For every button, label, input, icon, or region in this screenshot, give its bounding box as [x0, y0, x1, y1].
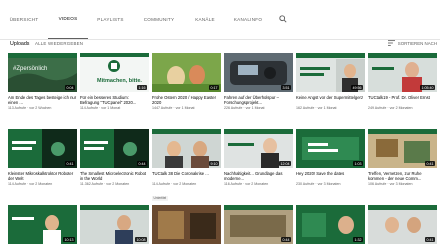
video-card[interactable]: 10:13 [8, 205, 77, 244]
video-meta: 226 Aufrufe · vor 1 Monat [224, 106, 265, 111]
video-card[interactable] [152, 205, 221, 244]
video-card[interactable]: 1:03 Hey 2020! Save the dates 230 Aufruf… [296, 129, 365, 186]
video-duration: 0:17 [209, 85, 219, 90]
video-duration: 0:44 [281, 237, 291, 242]
video-duration: 12:04 [279, 161, 291, 166]
video-thumbnail[interactable]: 49:56 [296, 53, 365, 92]
video-title[interactable]: The Smallest Microelectronic Robot in th… [80, 171, 149, 181]
tab-community[interactable]: COMMUNITY [133, 0, 185, 39]
video-thumbnail[interactable]: 10:08 [80, 205, 149, 244]
tab-channels[interactable]: KANÄLE [185, 0, 225, 39]
video-duration: 0:44 [137, 161, 147, 166]
tab-about[interactable]: KANALINFO [225, 0, 271, 39]
video-duration: 10:08 [135, 237, 147, 242]
video-card[interactable]: #Zpersönlich 0:04 Am Ende des Tages best… [8, 53, 77, 110]
video-thumbnail[interactable]: 10:13 [8, 205, 77, 244]
video-title[interactable]: Nachhaltigkeit... Grundlage das moderne.… [224, 171, 293, 181]
uploads-label: Uploads [10, 41, 30, 47]
video-meta: 113 Aufrufe · vor 2 Wochen [8, 106, 52, 111]
video-card[interactable]: 0:41 Treffen, Vernetzen, zur Ruhe kommen… [368, 129, 437, 186]
video-thumbnail[interactable]: 0:41 [368, 129, 437, 168]
svg-text:Mitmachen, bitte.: Mitmachen, bitte. [97, 78, 142, 84]
video-meta: 116 Aufrufe · vor 2 Monaten [224, 182, 269, 187]
sort-label: SORTIEREN NACH [397, 40, 437, 46]
video-duration: 0:41 [425, 161, 435, 166]
video-meta: 114 Aufrufe · vor 1 Monat [80, 106, 121, 111]
video-meta: 162 Aufrufe · vor 1 Monat [296, 106, 337, 111]
video-duration: 0:41 [425, 237, 435, 242]
video-meta: 106 Aufrufe · vor 3 Monaten [368, 182, 413, 187]
video-card[interactable]: 10:08 [80, 205, 149, 244]
video-thumbnail[interactable] [152, 205, 221, 244]
video-title[interactable]: Treffen, Vernetzen, zur Ruhe kommen - de… [368, 171, 437, 181]
video-meta: 230 Aufrufe · vor 3 Monaten [296, 182, 341, 187]
video-meta: 114 Aufrufe · vor 2 Monaten [8, 182, 53, 187]
video-card[interactable]: 49:56 Keine Angst vor der Supermittelger… [296, 53, 365, 110]
video-duration: 9:10 [209, 161, 219, 166]
video-meta: 1447 Aufrufe · vor 1 Monat [152, 106, 195, 111]
video-duration: 49:56 [351, 85, 363, 90]
channel-tabs-bar: ÜBERSICHT VIDEOS PLAYLISTS COMMUNITY KAN… [0, 0, 440, 40]
video-title[interactable]: Keine Angst vor der Supermittelgerz [296, 95, 365, 105]
sort-icon [387, 40, 395, 46]
video-meta: 114 Aufrufe · vor 2 Monaten [152, 182, 197, 187]
video-duration: 1:32 [353, 237, 363, 242]
sort-button[interactable]: SORTIEREN NACH [387, 40, 437, 46]
video-title[interactable]: TUCtalk19 - Prof. Dr. Oliver Ernst [368, 95, 437, 105]
video-title[interactable]: Fahren auf der Überholspur – Forschungsp… [224, 95, 293, 105]
tab-videos[interactable]: VIDEOS [48, 0, 88, 39]
video-thumbnail[interactable]: 3:51 [224, 53, 293, 92]
video-thumbnail[interactable]: Mitmachen, bitte. 1:16 [80, 53, 149, 92]
video-duration: 3:51 [281, 85, 291, 90]
video-card[interactable]: 3:51 Fahren auf der Überholspur – Forsch… [224, 53, 293, 110]
video-title[interactable]: Für ein besseres Studium: Befragung "TUC… [80, 95, 149, 105]
video-title[interactable]: Am Ende des Tages besteige ich nur einen… [8, 95, 77, 105]
video-thumbnail[interactable]: #Zpersönlich 0:04 [8, 53, 77, 92]
video-duration: 0:41 [65, 161, 75, 166]
video-thumbnail[interactable]: 0:41 [8, 129, 77, 168]
video-title[interactable]: TUCtalk 38 Die Coronakrise ... [152, 171, 221, 181]
tab-overview[interactable]: ÜBERSICHT [0, 0, 48, 39]
video-thumbnail[interactable]: 12:04 [224, 129, 293, 168]
video-meta: 249 Aufrufe · vor 2 Monaten [368, 106, 413, 111]
video-card[interactable]: 9:10 TUCtalk 38 Die Coronakrise ... 114 … [152, 129, 221, 204]
video-card[interactable]: 0:41 [368, 205, 437, 244]
search-icon[interactable] [271, 0, 295, 39]
video-duration: 10:13 [63, 237, 75, 242]
video-duration: 1:16 [137, 85, 147, 90]
video-thumbnail[interactable]: 9:10 [152, 129, 221, 168]
video-title[interactable]: Frohe Ostern 2020 / Happy Easter 2020 [152, 95, 221, 105]
video-grid: #Zpersönlich 0:04 Am Ende des Tages best… [8, 53, 440, 246]
video-title[interactable]: Hey 2020! Save the dates [296, 171, 365, 181]
video-thumbnail[interactable]: 1:05:40 [368, 53, 437, 92]
tab-playlists[interactable]: PLAYLISTS [88, 0, 133, 39]
video-thumbnail[interactable]: 0:44 [80, 129, 149, 168]
video-duration: 0:04 [65, 85, 75, 90]
video-thumbnail[interactable]: 1:03 [296, 129, 365, 168]
video-thumbnail[interactable]: 0:44 [224, 205, 293, 244]
play-all-button[interactable]: ALLE WIEDERGEBEN [35, 41, 83, 46]
subtitles-badge: Untertitel [152, 195, 168, 201]
video-card[interactable]: 0:44 The Smallest Microelectronic Robot … [80, 129, 149, 186]
svg-text:#Zpersönlich: #Zpersönlich [13, 66, 47, 72]
video-thumbnail[interactable]: 0:17 [152, 53, 221, 92]
video-card[interactable]: 12:04 Nachhaltigkeit... Grundlage das mo… [224, 129, 293, 186]
video-thumbnail[interactable]: 0:41 [368, 205, 437, 244]
uploads-header: Uploads ALLE WIEDERGEBEN SORTIEREN NACH [0, 40, 440, 53]
video-title[interactable]: Kleinster Mikroskalktroktor Roboter der … [8, 171, 77, 181]
video-card[interactable]: Mitmachen, bitte. 1:16 Für ein besseres … [80, 53, 149, 110]
video-duration: 1:03 [353, 161, 363, 166]
video-meta: 11.362 Aufrufe · vor 2 Monaten [80, 182, 130, 187]
video-card[interactable]: 0:17 Frohe Ostern 2020 / Happy Easter 20… [152, 53, 221, 110]
video-card[interactable]: 0:41 Kleinster Mikroskalktroktor Roboter… [8, 129, 77, 186]
video-card[interactable]: 1:05:40 TUCtalk19 - Prof. Dr. Oliver Ern… [368, 53, 437, 110]
video-duration: 1:05:40 [420, 85, 435, 90]
video-card[interactable]: 0:44 [224, 205, 293, 244]
video-thumbnail[interactable]: 1:32 [296, 205, 365, 244]
video-card[interactable]: 1:32 [296, 205, 365, 244]
